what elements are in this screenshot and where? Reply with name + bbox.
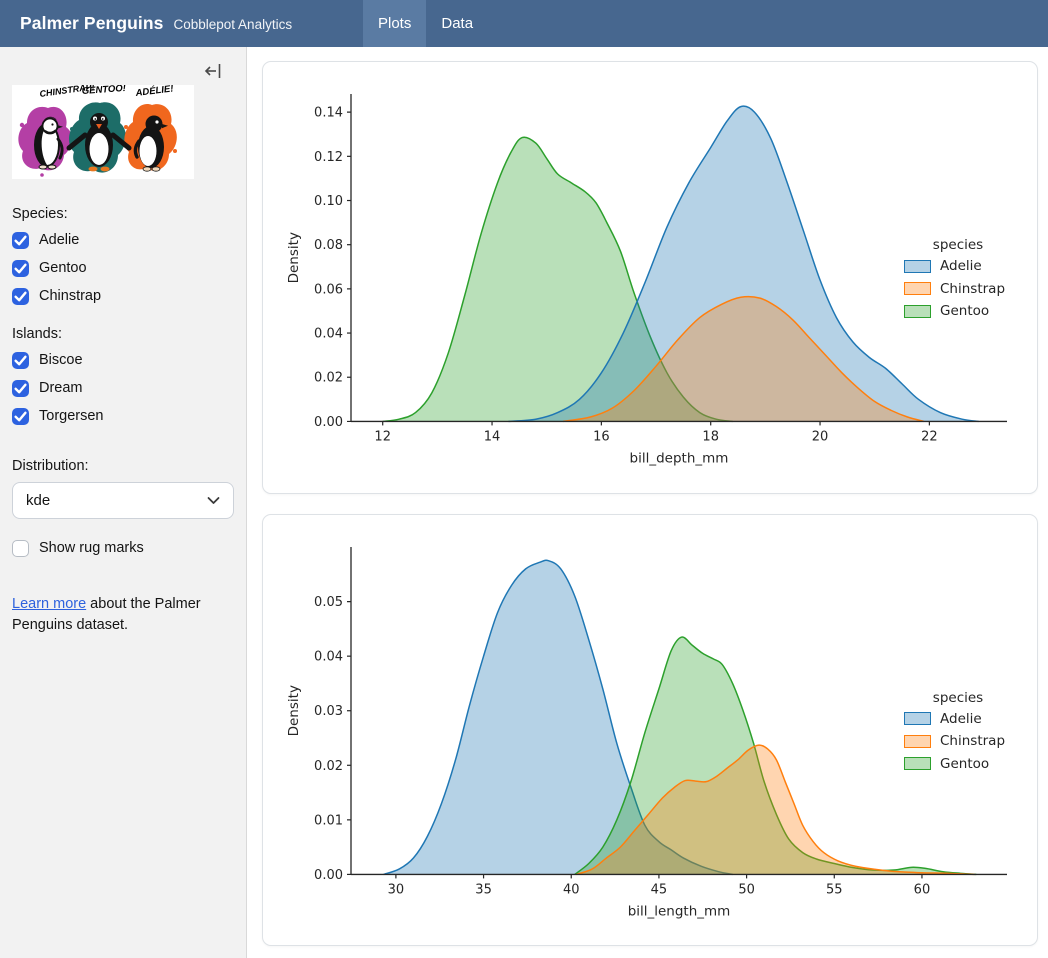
svg-text:55: 55 (826, 882, 843, 897)
legend-label: Chinstrap (940, 281, 1005, 297)
legend-entry-gentoo: Gentoo (904, 303, 1012, 319)
legend-label: Adelie (940, 711, 982, 727)
legend-swatch (904, 260, 931, 273)
checkbox-label: Dream (39, 380, 83, 396)
legend-title: species (904, 237, 1012, 253)
bill-depth-legend: species Adelie Chinstrap Gentoo (904, 237, 1012, 326)
svg-text:bill_length_mm: bill_length_mm (628, 903, 731, 919)
svg-text:60: 60 (914, 882, 931, 897)
app-subtitle: Cobblepot Analytics (174, 17, 293, 32)
learn-more-link[interactable]: Learn more (12, 596, 86, 612)
distribution-label: Distribution: (12, 458, 234, 474)
svg-text:0.03: 0.03 (314, 704, 343, 719)
checkbox-label: Biscoe (39, 352, 83, 368)
svg-text:30: 30 (388, 882, 405, 897)
gentoo-checkbox-icon[interactable] (12, 260, 29, 277)
svg-text:40: 40 (563, 882, 580, 897)
legend-swatch (904, 305, 931, 318)
svg-text:0.05: 0.05 (314, 595, 343, 610)
checkbox-label: Chinstrap (39, 288, 101, 304)
svg-text:0.06: 0.06 (314, 282, 343, 297)
checkbox-rug-marks[interactable]: Show rug marks (12, 534, 234, 562)
islands-label: Islands: (12, 326, 234, 342)
svg-text:16: 16 (593, 429, 610, 444)
svg-text:0.00: 0.00 (314, 415, 343, 430)
svg-text:0.04: 0.04 (314, 649, 343, 664)
checkbox-gentoo[interactable]: Gentoo (12, 254, 234, 282)
bill-length-card: 30 35 40 45 50 55 60 0.00 0.01 0.02 0.03 0.04 0.05 bi… (262, 514, 1038, 947)
legend-swatch (904, 282, 931, 295)
app-brand: Palmer Penguins Cobblepot Analytics (0, 13, 292, 34)
svg-text:0.10: 0.10 (314, 194, 343, 209)
svg-text:50: 50 (738, 882, 755, 897)
bill-length-legend: species Adelie Chinstrap Gentoo (904, 690, 1012, 779)
svg-text:14: 14 (484, 429, 501, 444)
distribution-selected-value: kde (26, 492, 50, 509)
legend-entry-gentoo: Gentoo (904, 756, 1012, 772)
legend-title: species (904, 690, 1012, 706)
svg-text:0.04: 0.04 (314, 327, 343, 342)
legend-entry-chinstrap: Chinstrap (904, 281, 1012, 297)
svg-text:Density: Density (286, 232, 302, 283)
navbar: Palmer Penguins Cobblepot Analytics Plot… (0, 0, 1048, 47)
legend-entry-chinstrap: Chinstrap (904, 733, 1012, 749)
legend-label: Chinstrap (940, 733, 1005, 749)
legend-label: Gentoo (940, 756, 989, 772)
checkbox-label: Gentoo (39, 260, 87, 276)
svg-text:18: 18 (702, 429, 719, 444)
main-content: 12 14 16 18 20 22 0.00 0.02 0.04 0.06 0.08 0.10 0.12… (247, 47, 1048, 958)
svg-text:0.00: 0.00 (314, 867, 343, 882)
checkbox-label: Torgersen (39, 408, 103, 424)
legend-label: Gentoo (940, 303, 989, 319)
sidebar-collapse-icon[interactable] (204, 61, 222, 81)
torgersen-checkbox-icon[interactable] (12, 408, 29, 425)
svg-text:0.02: 0.02 (314, 758, 343, 773)
checkbox-label: Show rug marks (39, 540, 144, 556)
svg-text:0.01: 0.01 (314, 813, 343, 828)
checkbox-adelie[interactable]: Adelie (12, 226, 234, 254)
svg-text:35: 35 (475, 882, 492, 897)
svg-text:20: 20 (812, 429, 829, 444)
app-title: Palmer Penguins (20, 13, 164, 34)
rug-checkbox-icon[interactable] (12, 540, 29, 557)
legend-label: Adelie (940, 258, 982, 274)
nav-tabs: Plots Data (363, 0, 488, 47)
legend-entry-adelie: Adelie (904, 711, 1012, 727)
svg-text:22: 22 (921, 429, 938, 444)
svg-text:45: 45 (651, 882, 668, 897)
chevron-down-icon (207, 496, 220, 505)
svg-text:Density: Density (286, 685, 302, 736)
checkbox-dream[interactable]: Dream (12, 374, 234, 402)
checkbox-label: Adelie (39, 232, 79, 248)
bill-depth-card: 12 14 16 18 20 22 0.00 0.02 0.04 0.06 0.08 0.10 0.12… (262, 61, 1038, 494)
legend-swatch (904, 735, 931, 748)
svg-text:12: 12 (374, 429, 391, 444)
about-text: Learn more about the Palmer Penguins dat… (12, 594, 226, 637)
checkbox-biscoe[interactable]: Biscoe (12, 346, 234, 374)
islands-checkbox-group: Biscoe Dream Torgersen (12, 346, 234, 430)
dream-checkbox-icon[interactable] (12, 380, 29, 397)
checkbox-torgersen[interactable]: Torgersen (12, 402, 234, 430)
sidebar: CHINSTRAP! GENTOO! ADÉLIE! Species: Adel… (0, 47, 247, 958)
legend-swatch (904, 712, 931, 725)
species-label: Species: (12, 206, 234, 222)
species-checkbox-group: Adelie Gentoo Chinstrap (12, 226, 234, 310)
legend-swatch (904, 757, 931, 770)
biscoe-checkbox-icon[interactable] (12, 352, 29, 369)
chinstrap-checkbox-icon[interactable] (12, 288, 29, 305)
legend-entry-adelie: Adelie (904, 258, 1012, 274)
svg-text:0.08: 0.08 (314, 238, 343, 253)
svg-text:0.02: 0.02 (314, 371, 343, 386)
adelie-checkbox-icon[interactable] (12, 232, 29, 249)
penguins-artwork: CHINSTRAP! GENTOO! ADÉLIE! (12, 85, 194, 179)
tab-plots[interactable]: Plots (363, 0, 426, 47)
distribution-select[interactable]: kde (12, 482, 234, 519)
checkbox-chinstrap[interactable]: Chinstrap (12, 282, 234, 310)
tab-data[interactable]: Data (426, 0, 488, 47)
svg-text:bill_depth_mm: bill_depth_mm (630, 450, 729, 466)
svg-text:0.12: 0.12 (314, 150, 343, 165)
svg-text:0.14: 0.14 (314, 106, 343, 121)
